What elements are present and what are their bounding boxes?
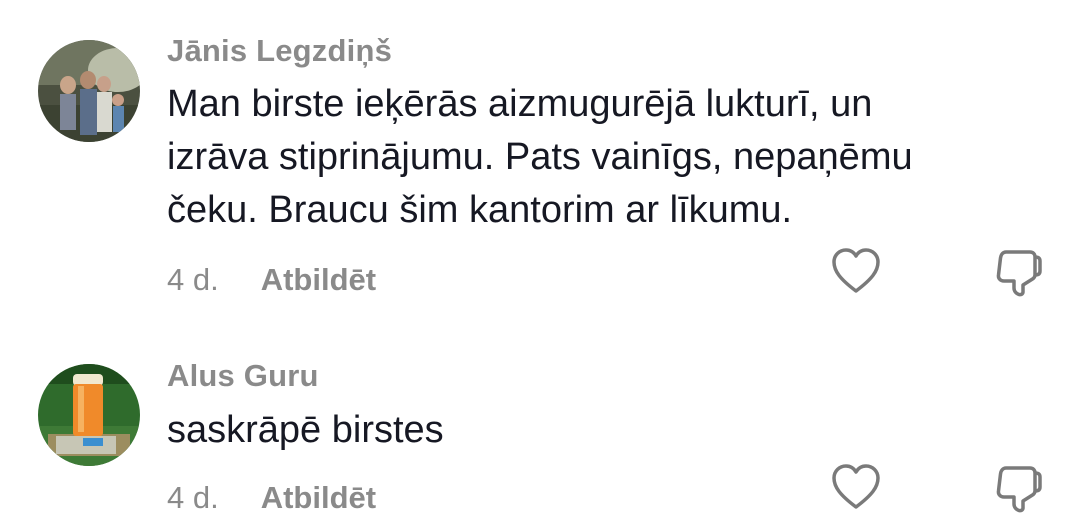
- beer-glass-avatar-icon: [38, 364, 140, 466]
- avatar[interactable]: [38, 364, 140, 466]
- comment-timestamp: 4 d.: [167, 480, 219, 515]
- comment-timestamp: 4 d.: [167, 262, 219, 297]
- comment-item: Jānis Legzdiņš Man birste ieķērās aizmug…: [0, 0, 1080, 310]
- reply-button[interactable]: Atbildēt: [261, 262, 376, 297]
- family-photo-avatar-icon: [38, 40, 140, 142]
- like-button[interactable]: [830, 462, 882, 514]
- comment-item: Alus Guru saskrāpē birstes 4 d. Atbildēt: [0, 310, 1080, 532]
- dislike-button[interactable]: [992, 462, 1044, 514]
- comment-text: Man birste ieķērās aizmugurējā lukturī, …: [167, 83, 913, 231]
- thumbs-down-icon: [996, 250, 1042, 297]
- comment-author[interactable]: Alus Guru: [167, 358, 319, 394]
- avatar[interactable]: [38, 40, 140, 142]
- dislike-button[interactable]: [992, 246, 1044, 298]
- comment-author[interactable]: Jānis Legzdiņš: [167, 33, 392, 69]
- like-button[interactable]: [830, 246, 882, 298]
- thumbs-down-icon: [996, 466, 1042, 513]
- comment-meta: 4 d. Atbildēt: [167, 480, 376, 516]
- heart-icon: [832, 464, 880, 509]
- comment-meta: 4 d. Atbildēt: [167, 262, 376, 298]
- comment-text: saskrāpē birstes: [167, 409, 444, 451]
- heart-icon: [832, 248, 880, 293]
- reply-button[interactable]: Atbildēt: [261, 480, 376, 515]
